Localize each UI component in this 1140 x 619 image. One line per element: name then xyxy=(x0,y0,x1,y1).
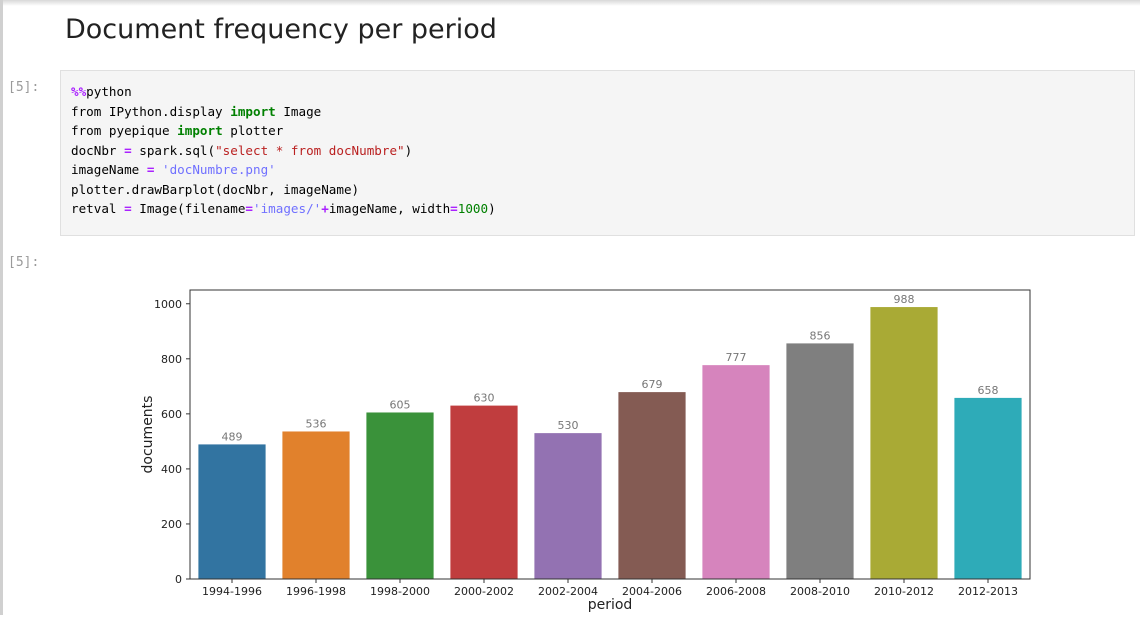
x-tick-label: 1998-2000 xyxy=(370,585,430,598)
bar xyxy=(870,307,938,579)
bar-value-label: 777 xyxy=(726,351,747,364)
x-tick-label: 2000-2002 xyxy=(454,585,514,598)
bar-value-label: 658 xyxy=(978,384,999,397)
bar xyxy=(282,431,350,579)
bar xyxy=(702,365,770,579)
bar xyxy=(198,444,266,579)
bar xyxy=(450,405,518,579)
bar-value-label: 536 xyxy=(306,417,327,430)
output-image: 489 1994-1996 536 1996-1998 605 1998-2000 630 2… xyxy=(0,0,1140,615)
bar xyxy=(534,433,602,579)
x-tick-label: 2010-2012 xyxy=(874,585,934,598)
x-tick-label: 1994-1996 xyxy=(202,585,262,598)
bar xyxy=(786,343,854,579)
x-tick-label: 2006-2008 xyxy=(706,585,766,598)
y-tick-label: 600 xyxy=(161,408,182,421)
x-axis-label: period xyxy=(588,597,633,613)
y-tick-label: 800 xyxy=(161,353,182,366)
bar-value-label: 856 xyxy=(810,329,831,342)
bar xyxy=(954,397,1022,579)
bar-value-label: 489 xyxy=(222,430,243,443)
x-tick-label: 2008-2010 xyxy=(790,585,850,598)
y-tick-label: 1000 xyxy=(154,298,182,311)
bar xyxy=(366,412,434,579)
y-tick-label: 400 xyxy=(161,463,182,476)
y-axis-label: documents xyxy=(140,396,156,474)
x-tick-label: 1996-1998 xyxy=(286,585,346,598)
x-tick-label: 2012-2013 xyxy=(958,585,1018,598)
bar-value-label: 679 xyxy=(642,378,663,391)
bar-chart: 489 1994-1996 536 1996-1998 605 1998-2000 630 2… xyxy=(140,289,1031,613)
bar-value-label: 988 xyxy=(894,293,915,306)
bar xyxy=(618,392,686,579)
y-tick-label: 0 xyxy=(175,573,182,586)
y-tick-label: 200 xyxy=(161,518,182,531)
bar-value-label: 605 xyxy=(390,398,411,411)
bar-value-label: 630 xyxy=(474,392,495,405)
bar-value-label: 530 xyxy=(558,419,579,432)
